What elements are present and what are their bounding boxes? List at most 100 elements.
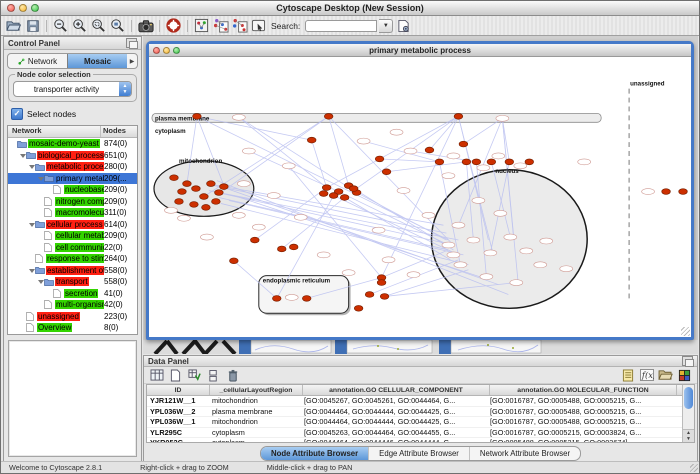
label-node[interactable] — [472, 197, 485, 203]
label-node[interactable] — [504, 234, 517, 240]
tree-expand-arrow[interactable] — [28, 163, 35, 170]
tree-expand-arrow[interactable] — [28, 221, 35, 228]
gene-node[interactable] — [340, 195, 349, 201]
gene-node[interactable] — [365, 292, 374, 298]
window-titlebar[interactable]: Cytoscape Desktop (New Session) — [1, 1, 699, 16]
gene-node[interactable] — [377, 280, 386, 286]
label-node[interactable] — [484, 250, 497, 256]
label-node[interactable] — [285, 294, 298, 300]
label-node[interactable] — [540, 238, 553, 244]
tree-expand-arrow[interactable] — [19, 152, 26, 159]
layout-icon-2[interactable] — [231, 18, 248, 34]
label-node[interactable] — [242, 148, 255, 154]
graph-edge[interactable] — [387, 162, 467, 172]
gene-node[interactable] — [200, 194, 209, 200]
attribute-matrix-icon[interactable] — [676, 367, 693, 383]
search-input[interactable] — [305, 20, 377, 32]
gene-node[interactable] — [192, 186, 201, 192]
label-node[interactable] — [407, 272, 420, 278]
annotation-icon[interactable] — [250, 18, 267, 34]
graph-edge[interactable] — [327, 116, 459, 187]
table-cell[interactable]: YPL036W__2 — [147, 407, 209, 417]
label-node[interactable] — [404, 148, 417, 154]
tree-expand-arrow[interactable] — [37, 175, 44, 182]
gene-node[interactable] — [175, 199, 184, 205]
gene-node[interactable] — [220, 184, 229, 190]
label-node[interactable] — [467, 237, 480, 243]
table-cell[interactable]: YPL036W__1 — [147, 417, 209, 427]
select-nodes-checkbox[interactable]: ✓ — [11, 108, 23, 120]
search-dropdown-button[interactable]: ▼ — [379, 19, 393, 33]
gene-node[interactable] — [454, 113, 463, 119]
graph-edge[interactable] — [224, 116, 329, 190]
table-column-header[interactable]: _cellularLayoutRegion — [210, 385, 303, 395]
zoom-out-icon[interactable] — [52, 18, 69, 34]
label-node[interactable] — [397, 188, 410, 194]
tree-row-3[interactable]: primary metabo209(... — [8, 173, 137, 185]
gene-node[interactable] — [525, 159, 534, 165]
gene-node[interactable] — [190, 202, 199, 208]
background-windows[interactable] — [143, 340, 698, 354]
gene-node[interactable] — [462, 159, 471, 165]
graph-edge[interactable] — [282, 197, 345, 248]
gene-node[interactable] — [324, 113, 333, 119]
birdseye-view[interactable] — [8, 340, 137, 457]
layout-icon-1[interactable] — [212, 18, 229, 34]
graph-edge[interactable] — [209, 191, 454, 245]
network-canvas[interactable]: plasma membranecytoplasmmitochondrionnuc… — [149, 57, 691, 337]
gene-node[interactable] — [380, 294, 389, 300]
new-attribute-icon[interactable] — [167, 367, 184, 383]
search-settings-icon[interactable] — [395, 18, 412, 34]
table-cell[interactable]: [GO:0005488, GO:0005215, GO:0003674] — [487, 438, 673, 442]
table-cell[interactable]: YKR052C — [147, 438, 209, 442]
unselect-attributes-icon[interactable] — [205, 367, 222, 383]
gene-node[interactable] — [277, 246, 286, 252]
tree-row-14[interactable]: multi-organism pro42(0) — [8, 299, 137, 311]
tab-mosaic[interactable]: Mosaic — [67, 54, 127, 68]
tree-expand-arrow[interactable] — [28, 267, 35, 274]
label-node[interactable] — [480, 274, 493, 280]
import-attributes-icon[interactable] — [657, 367, 674, 383]
gene-node[interactable] — [193, 113, 202, 119]
gene-node[interactable] — [202, 205, 211, 211]
save-icon[interactable] — [24, 18, 41, 34]
canvas-resize-grip[interactable] — [681, 327, 690, 336]
zoom-in-icon[interactable] — [71, 18, 88, 34]
delete-attribute-icon[interactable] — [224, 367, 241, 383]
label-node[interactable] — [452, 222, 465, 228]
tree-row-15[interactable]: unassigned223(0) — [8, 311, 137, 323]
table-cell[interactable]: mitochondrion — [209, 417, 301, 427]
label-node[interactable] — [164, 207, 177, 213]
tree-row-7[interactable]: cellular process614(0) — [8, 219, 137, 231]
gene-node[interactable] — [472, 159, 481, 165]
label-node[interactable] — [342, 270, 355, 276]
label-node[interactable] — [294, 214, 307, 220]
label-node[interactable] — [477, 165, 490, 171]
label-node[interactable] — [442, 173, 455, 179]
gene-node[interactable] — [215, 190, 224, 196]
tree-row-4[interactable]: nucleobase-209(0) — [8, 184, 137, 196]
data-panel-float-icon[interactable] — [682, 356, 693, 366]
table-cell[interactable]: [GO:0044464, GO:0044446, GO:0044444, G..… — [301, 438, 487, 442]
label-node[interactable] — [237, 181, 250, 187]
label-node[interactable] — [520, 248, 533, 254]
table-row-0[interactable]: YJR121W__1mitochondrion[GO:0045267, GO:0… — [147, 396, 682, 407]
table-cell[interactable]: [GO:0044464, GO:0044444, GO:0044425, G..… — [301, 417, 487, 427]
label-node[interactable] — [496, 115, 509, 121]
gene-node[interactable] — [230, 258, 239, 264]
table-column-header[interactable]: annotation.GO CELLULAR_COMPONENT — [303, 385, 490, 395]
network-window-titlebar[interactable]: primary metabolic process — [149, 44, 691, 57]
gene-node[interactable] — [662, 189, 671, 195]
table-cell[interactable]: YJR121W__1 — [147, 396, 209, 406]
table-scrollbar-thumb[interactable] — [684, 387, 693, 409]
float-panel-icon[interactable] — [126, 38, 137, 48]
gene-node[interactable] — [251, 237, 260, 243]
zoom-fit-icon[interactable] — [109, 18, 126, 34]
gene-node[interactable] — [207, 181, 216, 187]
tree-row-6[interactable]: macromolecule311(0) — [8, 207, 137, 219]
tree-row-16[interactable]: Overview8(0) — [8, 322, 137, 334]
gene-node[interactable] — [307, 137, 316, 143]
label-node[interactable] — [200, 234, 213, 240]
label-node[interactable] — [454, 262, 467, 268]
label-node[interactable] — [492, 153, 505, 159]
